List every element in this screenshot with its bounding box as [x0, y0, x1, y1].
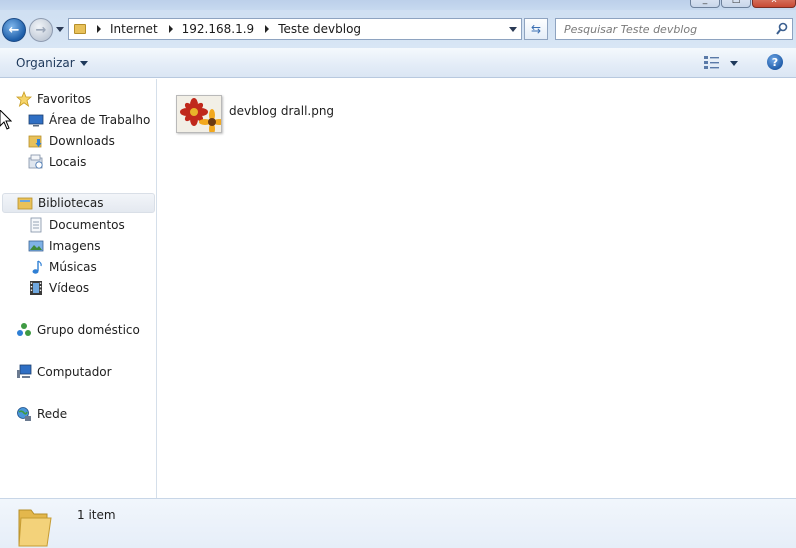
change-view-icon[interactable] [704, 55, 720, 69]
sidebar-item-label: Favoritos [37, 92, 92, 106]
sidebar-item-label: Locais [49, 155, 87, 169]
arrow-right-icon: → [35, 22, 47, 38]
chevron-down-icon [79, 60, 88, 66]
file-name[interactable]: devblog drall.png [229, 104, 334, 118]
organize-label: Organizar [16, 56, 75, 70]
chevron-right-icon[interactable] [168, 25, 173, 33]
sidebar-item-label: Bibliotecas [38, 196, 104, 210]
sidebar-item-desktop[interactable]: Área de Trabalho [28, 110, 150, 130]
folder-icon [18, 509, 52, 547]
image-file-icon [176, 95, 222, 133]
navigation-pane: Favoritos Área de Trabalho Downloads Loc… [0, 79, 157, 498]
organize-button[interactable]: Organizar [16, 56, 88, 70]
search-box[interactable] [555, 18, 793, 40]
network-icon [17, 407, 31, 421]
homegroup-icon [17, 323, 31, 336]
mouse-cursor-icon [0, 110, 12, 130]
window-controls: _ □ x [689, 0, 796, 8]
address-history-dropdown[interactable] [509, 27, 517, 32]
sidebar-item-videos[interactable]: Vídeos [28, 278, 89, 298]
breadcrumb-current-folder[interactable]: Teste devblog [278, 22, 361, 36]
downloads-icon [28, 135, 42, 148]
details-pane: 1 item [0, 498, 796, 548]
file-item[interactable]: devblog drall.png [176, 95, 334, 133]
star-icon [16, 91, 32, 107]
forward-button[interactable]: → [29, 18, 53, 42]
breadcrumb-internet[interactable]: Internet [110, 22, 158, 36]
back-button[interactable]: ← [2, 18, 26, 42]
sidebar-item-label: Rede [37, 407, 68, 421]
window-caption: _ □ x [0, 0, 796, 10]
sidebar-item-label: Downloads [49, 134, 115, 148]
sidebar-item-pictures[interactable]: Imagens [28, 236, 100, 256]
sidebar-item-label: Imagens [49, 239, 101, 253]
computer-icon [17, 364, 32, 378]
folder-icon [74, 24, 86, 34]
sidebar-item-recent-places[interactable]: Locais [28, 152, 86, 172]
sidebar-item-label: Grupo doméstico [37, 323, 140, 337]
chevron-right-icon[interactable] [97, 25, 101, 33]
recent-places-icon [28, 154, 43, 169]
music-icon [32, 260, 42, 274]
file-list: devblog drall.png [158, 79, 796, 498]
command-bar: Organizar ? [0, 48, 796, 78]
search-icon[interactable] [776, 22, 788, 36]
sidebar-item-music[interactable]: Músicas [28, 257, 97, 277]
maximize-icon[interactable]: □ [721, 0, 751, 8]
sidebar-item-documents[interactable]: Documentos [28, 215, 125, 235]
sidebar-item-homegroup[interactable]: Grupo doméstico [16, 320, 140, 340]
sidebar-item-downloads[interactable]: Downloads [28, 131, 115, 151]
sidebar-item-label: Vídeos [49, 281, 90, 295]
documents-icon [30, 217, 42, 233]
pictures-icon [28, 240, 44, 252]
sidebar-item-label: Documentos [49, 218, 125, 232]
help-icon[interactable]: ? [767, 54, 783, 70]
refresh-button[interactable]: ⇆ [524, 18, 548, 40]
address-bar[interactable]: Internet 192.168.1.9 Teste devblog [68, 18, 522, 40]
sidebar-item-favorites[interactable]: Favoritos [16, 89, 91, 109]
libraries-icon [17, 197, 33, 210]
sidebar-item-computer[interactable]: Computador [16, 362, 112, 382]
breadcrumb-host[interactable]: 192.168.1.9 [182, 22, 255, 36]
refresh-icon: ⇆ [530, 22, 542, 36]
sidebar-item-network[interactable]: Rede [16, 404, 67, 424]
navigation-bar: ← → Internet 192.168.1.9 Teste devblog ⇆ [0, 10, 796, 48]
sidebar-item-label: Área de Trabalho [49, 113, 151, 127]
videos-icon [30, 281, 42, 295]
recent-pages-dropdown[interactable] [56, 27, 64, 32]
view-options-dropdown[interactable] [730, 61, 738, 66]
chevron-right-icon[interactable] [265, 25, 270, 33]
search-input[interactable] [556, 19, 766, 39]
sidebar-item-libraries[interactable]: Bibliotecas [2, 193, 155, 213]
desktop-icon [28, 114, 44, 127]
close-icon[interactable]: x [752, 0, 796, 8]
item-count: 1 item [77, 508, 116, 522]
sidebar-item-label: Músicas [49, 260, 97, 274]
minimize-icon[interactable]: _ [690, 0, 720, 8]
arrow-left-icon: ← [8, 22, 20, 38]
sidebar-item-label: Computador [37, 365, 112, 379]
